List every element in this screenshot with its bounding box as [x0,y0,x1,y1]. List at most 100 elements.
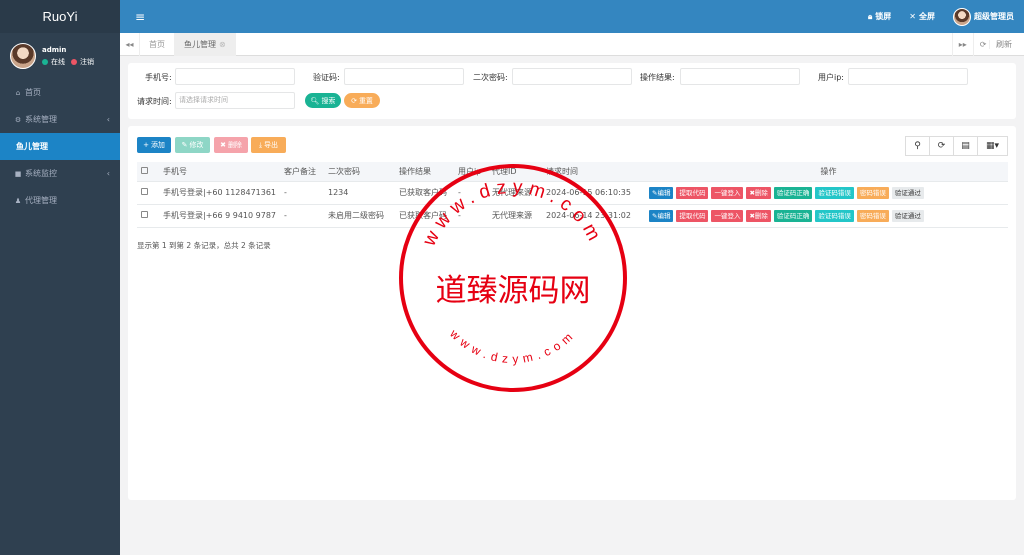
code-label: 验证码: [313,73,340,82]
edit-button[interactable]: ✎ 修改 [175,137,210,153]
close-icon[interactable]: ⊗ [219,40,226,49]
extract-code-button[interactable]: 提取代码 [676,209,709,222]
op-label: 编辑 [657,211,671,220]
result-input[interactable] [680,68,800,85]
sidebar-item-agent[interactable]: ♟ 代理管理 [0,187,120,214]
pwd2-label: 二次密码: [473,73,508,82]
col-header: 手机号 [159,162,280,182]
fullscreen-button[interactable]: ✕ 全屏 [909,11,935,22]
tabs-left-icon[interactable]: ◂◂ [120,32,140,56]
select-all-checkbox[interactable] [141,166,148,174]
row-select-cell[interactable] [137,181,159,205]
cell-pwd2: 未启用二级密码 [324,204,395,228]
search-icon: ⚲ [914,141,921,151]
select-all-cell[interactable] [137,162,159,182]
phone-input[interactable] [175,68,295,85]
refresh-button[interactable]: ⟳ 刷新 [972,32,1024,56]
edit-label: 修改 [189,141,204,149]
user-menu[interactable]: 超级管理员 [953,7,1014,26]
reset-button-label: 重置 [358,96,373,105]
password-wrong-button[interactable]: 密码错误 [856,186,889,199]
ip-label: 用户ip: [818,73,844,82]
user-name: admin [42,45,67,54]
logout-icon[interactable] [71,58,77,65]
sidebar-item-monitor[interactable]: ■ 系统监控 ‹ [0,160,120,187]
cell-remark: - [280,181,324,205]
lock-icon: 🔒︎ [868,11,873,21]
columns-button[interactable]: ▦▾ [977,136,1008,156]
time-label: 请求时间: [137,97,172,106]
reset-button[interactable]: ⟳ 重置 [344,93,380,108]
add-label: 添加 [150,141,165,149]
page-tabs: ◂◂ 首页 鱼儿管理 ⊗ ▸▸ ⟳ 刷新 [120,32,1024,56]
edit-row-button[interactable]: ✎编辑 [649,186,674,199]
password-wrong-button[interactable]: 密码错误 [856,209,889,222]
avatar [953,7,971,26]
home-icon: ⌂ [15,88,21,97]
edit-row-button[interactable]: ✎编辑 [649,209,674,222]
pwd2-input[interactable] [512,68,632,85]
time-input[interactable]: 请选择请求时间 [175,92,295,109]
refresh-icon: ⟳ [351,96,357,105]
code-wrong-button[interactable]: 验证码错误 [815,209,854,222]
col-header: 二次密码 [324,162,395,182]
export-button[interactable]: ⤓ 导出 [251,137,286,153]
table-refresh-button[interactable]: ⟳ [929,136,954,156]
delete-row-button[interactable]: ✖删除 [746,209,771,222]
extract-code-button[interactable]: 提取代码 [676,186,709,199]
verify-pass-button[interactable]: 验证通过 [891,186,924,199]
lock-screen-button[interactable]: 🔒︎ 锁屏 [868,11,891,22]
code-correct-button[interactable]: 验证码正确 [773,209,813,222]
op-label: 删除 [754,188,768,197]
add-button[interactable]: + 添加 [137,137,171,153]
watermark-stamp: www.dzym.com www.dzym.com 道臻源码网 [399,164,627,392]
sidebar-item-system[interactable]: ⚙ 系统管理 ‹ [0,106,120,133]
tab-current[interactable]: 鱼儿管理 ⊗ [175,32,236,56]
user-panel: admin 在线 注销 [0,33,120,79]
delete-button[interactable]: ✖ 删除 [214,137,248,153]
cell-pwd2: 1234 [324,181,395,205]
sidebar-item-label: 系统管理 [25,115,57,124]
download-icon: ⤓ [258,140,263,149]
list-icon: ▤ [961,141,970,151]
row-select-cell[interactable] [137,204,159,228]
plus-icon: + [143,141,149,149]
tab-home[interactable]: 首页 [140,32,175,56]
pagination-info: 显示第 1 到第 2 条记录，总共 2 条记录 [137,241,271,250]
chevron-left-icon: ‹ [106,115,110,124]
sidebar-item-fish[interactable]: 鱼儿管理 [0,133,120,160]
user-menu-label: 超级管理员 [974,12,1014,21]
cell-ops: ✎编辑 提取代码 一键登入 ✖删除 验证码正确 验证码错误 密码错误 验证通过 [645,204,1008,228]
logout-link[interactable]: 注销 [80,57,94,67]
code-input[interactable] [344,68,464,85]
row-checkbox[interactable] [141,211,148,218]
menu-toggle-icon[interactable]: ≡ [135,10,145,24]
sidebar: RuoYi admin 在线 注销 ⌂ 首页 ⚙ 系统管理 ‹ 鱼儿管理 ■ 系统监控 ‹… [0,0,120,555]
brand-logo: RuoYi [0,0,120,33]
col-header: 操作 [645,162,1008,182]
tabs-right-icon[interactable]: ▸▸ [951,32,973,56]
refresh-label: 刷新 [989,39,1018,49]
columns-icon: ▦▾ [985,141,1000,151]
delete-row-button[interactable]: ✖删除 [746,186,771,199]
table-search-button[interactable]: ⚲ [905,136,930,156]
search-button[interactable]: 🔍︎ 搜索 [305,93,341,108]
code-wrong-button[interactable]: 验证码错误 [815,186,854,199]
sidebar-menu: ⌂ 首页 ⚙ 系统管理 ‹ 鱼儿管理 ■ 系统监控 ‹ ♟ 代理管理 [0,79,120,214]
avatar[interactable] [10,43,36,69]
export-label: 导出 [264,141,279,149]
verify-pass-button[interactable]: 验证通过 [891,209,924,222]
one-click-login-button[interactable]: 一键登入 [711,186,744,199]
toggle-view-button[interactable]: ▤ [953,136,978,156]
col-header: 客户备注 [280,162,324,182]
ip-input[interactable] [848,68,968,85]
one-click-login-button[interactable]: 一键登入 [711,209,744,222]
fullscreen-label: 全屏 [919,12,935,21]
row-checkbox[interactable] [141,188,148,195]
code-correct-button[interactable]: 验证码正确 [773,186,813,199]
sidebar-item-home[interactable]: ⌂ 首页 [0,79,120,106]
top-navbar: ≡ 🔒︎ 锁屏 ✕ 全屏 超级管理员 [120,0,1024,33]
sidebar-item-label: 首页 [25,88,41,97]
edit-icon: ✎ [181,141,188,149]
tab-label: 鱼儿管理 [184,39,216,49]
